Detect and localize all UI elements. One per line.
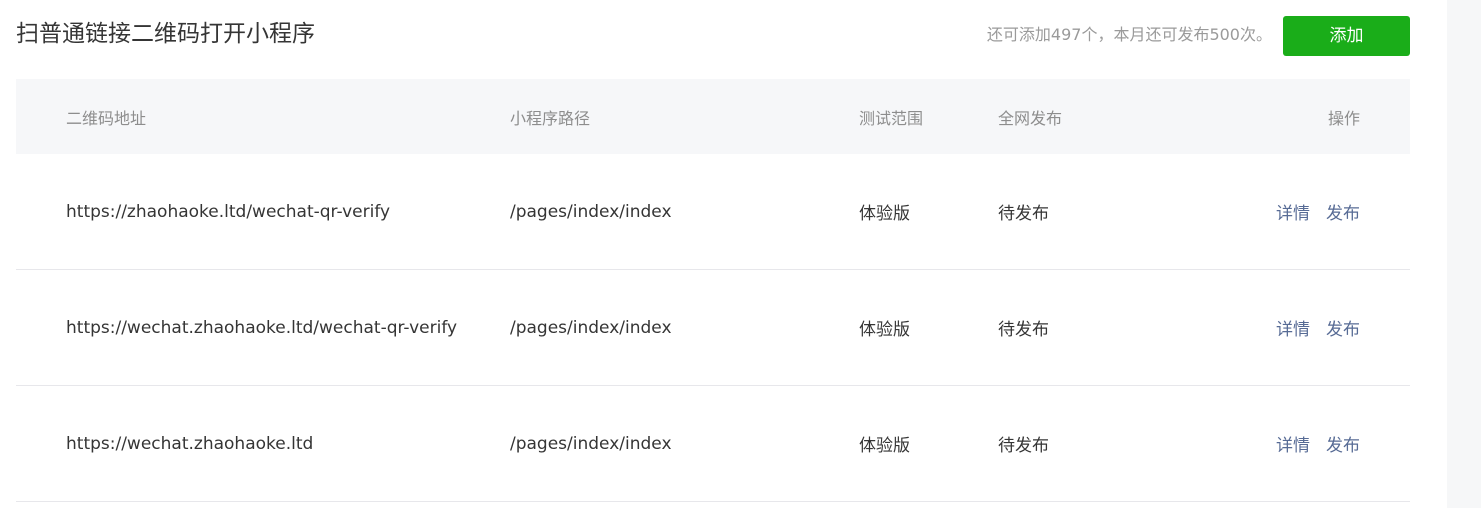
column-header-publish: 全网发布 bbox=[998, 108, 1063, 128]
details-link[interactable]: 详情 bbox=[1276, 431, 1310, 456]
column-header-actions: 操作 bbox=[1327, 108, 1360, 128]
page-title: 扫普通链接二维码打开小程序 bbox=[16, 21, 315, 47]
details-link[interactable]: 详情 bbox=[1276, 315, 1310, 340]
add-button[interactable]: 添加 bbox=[1283, 16, 1410, 56]
publish-status-cell: 待发布 bbox=[998, 204, 1049, 224]
miniprogram-path-cell: /pages/index/index bbox=[510, 201, 672, 222]
publish-link[interactable]: 发布 bbox=[1326, 315, 1360, 340]
table-row: https://wechat.zhaohaoke.ltd /pages/inde… bbox=[16, 386, 1410, 502]
miniprogram-path-cell: /pages/index/index bbox=[510, 433, 672, 454]
column-header-qr-url: 二维码地址 bbox=[66, 108, 147, 128]
qr-link-table: 二维码地址 小程序路径 测试范围 全网发布 操作 https://zhaohao… bbox=[16, 79, 1410, 502]
publish-status-cell: 待发布 bbox=[998, 436, 1049, 456]
table-row: https://wechat.zhaohaoke.ltd/wechat-qr-v… bbox=[16, 270, 1410, 386]
actions-cell: 详情 发布 bbox=[1276, 154, 1360, 269]
test-scope-cell: 体验版 bbox=[859, 436, 910, 456]
publish-link[interactable]: 发布 bbox=[1326, 431, 1360, 456]
right-scroll-gutter[interactable] bbox=[1447, 0, 1481, 508]
test-scope-cell: 体验版 bbox=[859, 204, 910, 224]
test-scope-cell: 体验版 bbox=[859, 320, 910, 340]
qr-url-cell: https://wechat.zhaohaoke.ltd bbox=[66, 433, 314, 454]
miniprogram-path-cell: /pages/index/index bbox=[510, 317, 672, 338]
column-header-miniprogram-path: 小程序路径 bbox=[510, 108, 591, 128]
details-link[interactable]: 详情 bbox=[1276, 199, 1310, 224]
quota-text: 还可添加497个，本月还可发布500次。 bbox=[986, 25, 1272, 44]
actions-cell: 详情 发布 bbox=[1276, 270, 1360, 385]
actions-cell: 详情 发布 bbox=[1276, 386, 1360, 501]
column-header-test-scope: 测试范围 bbox=[859, 108, 924, 128]
table-header: 二维码地址 小程序路径 测试范围 全网发布 操作 bbox=[16, 79, 1410, 154]
page-header: 扫普通链接二维码打开小程序 还可添加497个，本月还可发布500次。 添加 bbox=[16, 0, 1410, 70]
table-row: https://zhaohaoke.ltd/wechat-qr-verify /… bbox=[16, 154, 1410, 270]
publish-link[interactable]: 发布 bbox=[1326, 199, 1360, 224]
publish-status-cell: 待发布 bbox=[998, 320, 1049, 340]
qr-url-cell: https://wechat.zhaohaoke.ltd/wechat-qr-v… bbox=[66, 317, 458, 338]
qr-url-cell: https://zhaohaoke.ltd/wechat-qr-verify bbox=[66, 201, 391, 222]
qr-link-page: 扫普通链接二维码打开小程序 还可添加497个，本月还可发布500次。 添加 二维… bbox=[0, 0, 1481, 508]
